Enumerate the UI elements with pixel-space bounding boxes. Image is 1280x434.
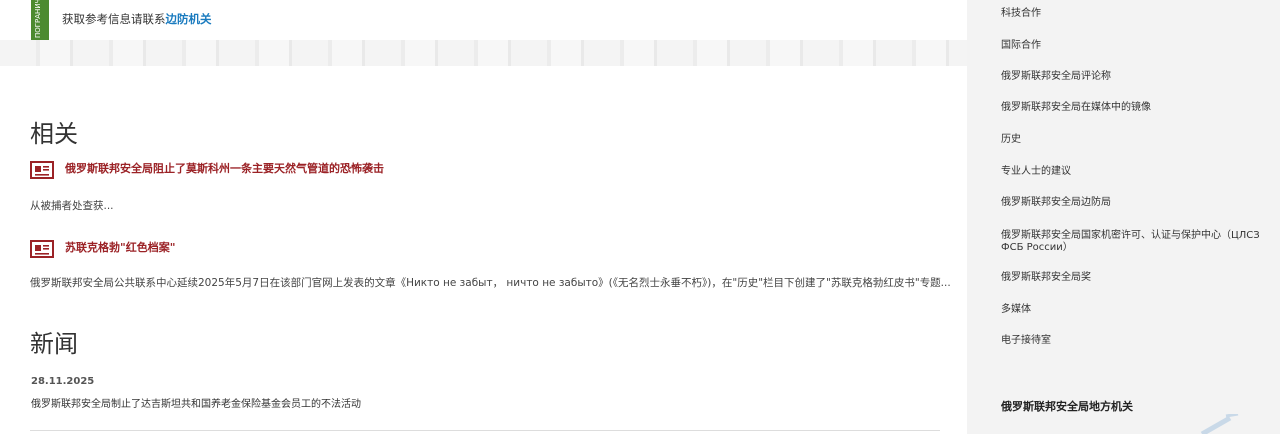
- sidebar-item[interactable]: 专业人士的建议: [1001, 166, 1261, 178]
- sidebar-item[interactable]: 国际合作: [1001, 40, 1261, 52]
- sidebar-heading: 俄罗斯联邦安全局地方机关: [1001, 400, 1133, 413]
- related-item-title[interactable]: 苏联克格勃"红色档案": [65, 239, 175, 255]
- news-item-title[interactable]: 俄罗斯联邦安全局制止了达吉斯坦共和国养老金保险基金会员工的不法活动: [31, 395, 361, 410]
- sidebar-item[interactable]: 俄罗斯联邦安全局国家机密许可、认证与保护中心（ЦЛСЗ ФСБ России）: [1001, 230, 1261, 254]
- sidebar-item[interactable]: 俄罗斯联邦安全局评论称: [1001, 71, 1261, 83]
- border-authority-link[interactable]: 边防机关: [166, 12, 212, 26]
- sidebar-item[interactable]: 多媒体: [1001, 304, 1261, 316]
- reference-notice: 获取参考信息请联系边防机关: [62, 11, 212, 27]
- newspaper-icon: [30, 161, 54, 179]
- related-item: 苏联克格勃"红色档案" 俄罗斯联邦安全局公共联系中心延续2025年5月7日在该部…: [30, 239, 951, 299]
- news-heading: 新闻: [30, 330, 78, 358]
- main-content: 相关 俄罗斯联邦安全局阻止了莫斯科州一条主要天然气管道的恐怖袭击 从被捕者处查获…: [0, 66, 967, 434]
- sidebar-item[interactable]: 历史: [1001, 134, 1261, 146]
- sidebar-item[interactable]: 俄罗斯联邦安全局奖: [1001, 272, 1261, 284]
- page: ПОГРАНИЧ 获取参考信息请联系边防机关 相关 俄罗斯联邦安全局阻止了莫斯科…: [0, 0, 1280, 434]
- badge-text: ПОГРАНИЧ: [34, 0, 42, 38]
- related-item: 俄罗斯联邦安全局阻止了莫斯科州一条主要天然气管道的恐怖袭击 从被捕者处查获...: [30, 160, 940, 220]
- news-date: 28.11.2025: [31, 376, 95, 387]
- related-item-title[interactable]: 俄罗斯联邦安全局阻止了莫斯科州一条主要天然气管道的恐怖袭击: [65, 160, 384, 176]
- sidebar-item[interactable]: 俄罗斯联邦安全局边防局: [1001, 197, 1261, 209]
- banner: ПОГРАНИЧ 获取参考信息请联系边防机关: [0, 0, 967, 66]
- related-item-excerpt: 从被捕者处查获...: [30, 200, 114, 212]
- sidebar-item[interactable]: 电子接待室: [1001, 335, 1261, 347]
- sidebar-item[interactable]: 科技合作: [1001, 8, 1261, 20]
- decoration-icon: [1200, 414, 1239, 434]
- divider: [30, 430, 940, 431]
- newspaper-icon: [30, 240, 54, 258]
- border-service-badge[interactable]: ПОГРАНИЧ: [31, 0, 49, 40]
- notice-text: 获取参考信息请联系: [62, 12, 166, 26]
- related-item-excerpt: 俄罗斯联邦安全局公共联系中心延续2025年5月7日在该部门官网上发表的文章《Ни…: [30, 277, 951, 289]
- sidebar: 科技合作 国际合作 俄罗斯联邦安全局评论称 俄罗斯联邦安全局在媒体中的镜像 历史…: [967, 0, 1280, 434]
- related-heading: 相关: [30, 120, 78, 148]
- sidebar-item[interactable]: 俄罗斯联邦安全局在媒体中的镜像: [1001, 102, 1261, 114]
